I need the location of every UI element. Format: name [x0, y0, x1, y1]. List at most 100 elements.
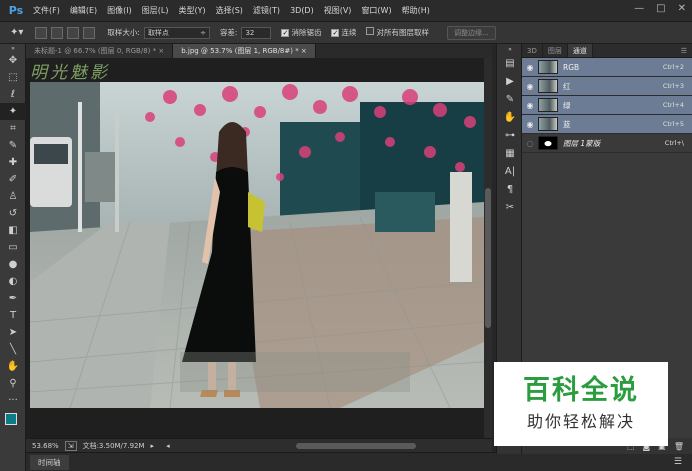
sample-size-select[interactable]: 取样点 ÷ [143, 26, 210, 39]
scroll-left-arrow-icon[interactable]: ◂ [166, 442, 170, 450]
delete-channel-icon[interactable]: 🗑 [674, 442, 684, 451]
document-image[interactable] [30, 82, 484, 408]
tab-b-jpg[interactable]: b.jpg @ 53.7% (图层 1, RGB/8#) * × [173, 44, 316, 58]
sample-size-value: 取样点 [147, 28, 169, 37]
magic-wand-preset-icon[interactable]: ✦▾ [10, 27, 23, 38]
foreground-color-swatch[interactable] [5, 413, 17, 425]
menu-type[interactable]: 类型(Y) [173, 5, 210, 16]
eyedropper-tool-icon[interactable]: ✎ [0, 137, 26, 154]
line-tool-icon[interactable]: ╲ [0, 341, 26, 358]
stamp-tool-icon[interactable]: ♙ [0, 188, 26, 205]
eye-icon[interactable]: ◉ [522, 63, 538, 72]
chevron-down-icon: ÷ [200, 28, 206, 37]
actions-play-icon[interactable]: ▶ [497, 72, 523, 90]
menu-view[interactable]: 视图(V) [319, 5, 357, 16]
menu-help[interactable]: 帮助(H) [397, 5, 435, 16]
channel-row-layer-mask[interactable]: ○ 图层 1蒙版 Ctrl+\ [522, 134, 692, 153]
channel-shortcut: Ctrl+4 [662, 101, 684, 109]
tab-channels[interactable]: 通道 [567, 44, 593, 57]
path-select-icon[interactable]: ➤ [0, 324, 26, 341]
zoom-tool-icon[interactable]: ⚲ [0, 375, 26, 392]
options-bar: ✦▾ 取样大小: 取样点 ÷ 容差: 32 ✓ 消除锯齿 ✓ 连续 对所有图层取样 调… [0, 22, 692, 44]
channel-thumbnail [538, 60, 558, 74]
hand-icon[interactable]: ✋ [497, 108, 523, 126]
export-icon[interactable]: ⇲ [64, 440, 77, 451]
channel-row-red[interactable]: ◉ 红 Ctrl+3 [522, 77, 692, 96]
eye-icon[interactable]: ◉ [522, 120, 538, 129]
crop-tool-icon[interactable]: ⌗ [0, 120, 26, 137]
lasso-tool-icon[interactable]: ℓ [0, 86, 26, 103]
menu-image[interactable]: 图像(I) [102, 5, 137, 16]
close-button[interactable]: ✕ [678, 3, 686, 14]
menu-layer[interactable]: 图层(L) [137, 5, 174, 16]
paragraph-icon[interactable]: ¶ [497, 180, 523, 198]
channel-row-blue[interactable]: ◉ 蓝 Ctrl+5 [522, 115, 692, 134]
antialias-checkbox[interactable]: ✓ 消除锯齿 [281, 27, 321, 38]
menu-file[interactable]: 文件(F) [28, 5, 65, 16]
app-logo: Ps [8, 4, 24, 17]
all-layers-checkbox[interactable]: 对所有图层取样 [366, 27, 429, 38]
maximize-button[interactable]: □ [656, 3, 665, 14]
move-tool-icon[interactable]: ✥ [0, 52, 26, 69]
dodge-tool-icon[interactable]: ◐ [0, 273, 26, 290]
add-selection-icon[interactable] [51, 26, 64, 39]
more-tools-icon[interactable]: ··· [0, 392, 26, 409]
status-menu-arrow-icon[interactable]: ▸ [151, 442, 155, 450]
pen-tool-icon[interactable]: ✒ [0, 290, 26, 307]
subtract-selection-icon[interactable] [67, 26, 80, 39]
vertical-scroll-thumb[interactable] [485, 188, 491, 328]
menu-select[interactable]: 选择(S) [211, 5, 248, 16]
brush-tool-icon[interactable]: ✐ [0, 171, 26, 188]
brush-presets-icon[interactable]: ✎ [497, 90, 523, 108]
channel-row-rgb[interactable]: ◉ RGB Ctrl+2 [522, 58, 692, 77]
menu-filter[interactable]: 滤镜(T) [248, 5, 285, 16]
brand-subtitle: 助你轻松解决 [526, 412, 635, 431]
type-tool-icon[interactable]: T [0, 307, 26, 324]
street-photo-illustration [30, 82, 484, 408]
timeline-tab[interactable]: 时间轴 [30, 454, 69, 470]
hand-tool-icon[interactable]: ✋ [0, 358, 26, 375]
dock-collapse-icon[interactable]: « [497, 44, 523, 54]
contiguous-checkbox[interactable]: ✓ 连续 [331, 27, 356, 38]
channel-name: 红 [563, 81, 571, 91]
canvas-overlay-text: 明光魅影 [30, 63, 110, 83]
eye-icon[interactable]: ◉ [522, 101, 538, 110]
horizontal-scroll-thumb[interactable] [296, 443, 416, 449]
vertical-scrollbar[interactable] [484, 58, 492, 438]
character-icon[interactable]: A| [497, 162, 523, 180]
tab-layers[interactable]: 图层 [543, 44, 568, 57]
marquee-tool-icon[interactable]: ⬚ [0, 69, 26, 86]
new-selection-icon[interactable] [35, 26, 48, 39]
history-icon[interactable]: ▤ [497, 54, 523, 72]
tools-icon[interactable]: ✂ [497, 198, 523, 216]
info-icon[interactable]: ▦ [497, 144, 523, 162]
channel-row-green[interactable]: ◉ 绿 Ctrl+4 [522, 96, 692, 115]
zoom-level[interactable]: 53.68% [32, 442, 59, 450]
tolerance-label: 容差: [219, 28, 238, 37]
menu-3d[interactable]: 3D(D) [285, 6, 319, 15]
panel-tabs: 3D 图层 通道 ☰ [522, 44, 692, 58]
history-brush-icon[interactable]: ↺ [0, 205, 26, 222]
eye-icon[interactable]: ◉ [522, 82, 538, 91]
gradient-tool-icon[interactable]: ▭ [0, 239, 26, 256]
refine-edge-button[interactable]: 调整边缘... [446, 25, 496, 40]
menu-edit[interactable]: 编辑(E) [65, 5, 102, 16]
tab-3d[interactable]: 3D [522, 44, 543, 57]
brand-watermark: 百科全说 助你轻松解决 [494, 362, 668, 446]
tolerance-input[interactable]: 32 [241, 26, 272, 39]
color-swatches[interactable] [0, 409, 26, 435]
eye-hidden-icon[interactable]: ○ [522, 139, 538, 148]
eraser-tool-icon[interactable]: ◧ [0, 222, 26, 239]
magic-wand-tool-icon[interactable]: ✦ [0, 103, 26, 120]
blur-tool-icon[interactable]: ● [0, 256, 26, 273]
canvas-area[interactable]: 明光魅影 [26, 58, 492, 438]
menu-window[interactable]: 窗口(W) [356, 5, 396, 16]
tab-untitled-1[interactable]: 未标题-1 @ 66.7% (图层 0, RGB/8) * × [26, 44, 174, 58]
minimize-button[interactable]: — [634, 3, 644, 14]
timeline-menu-icon[interactable]: ☰ [674, 457, 682, 467]
adjustments-icon[interactable]: ⊶ [497, 126, 523, 144]
intersect-selection-icon[interactable] [83, 26, 96, 39]
healing-tool-icon[interactable]: ✚ [0, 154, 26, 171]
panel-menu-icon[interactable]: ☰ [676, 44, 692, 57]
check-icon: ✓ [331, 29, 340, 37]
